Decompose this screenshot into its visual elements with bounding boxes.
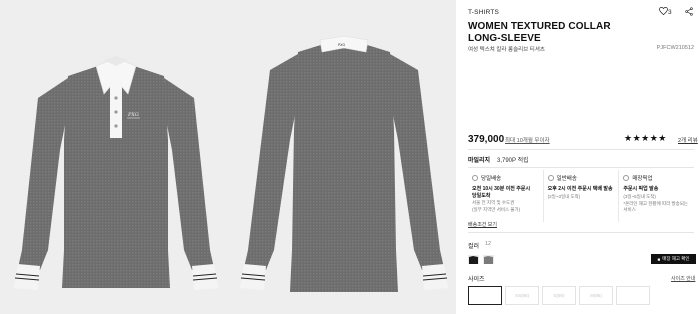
size-options: XS(85) S(90) M(95)	[468, 286, 650, 305]
delivery-option-note: (2일~3일내 도착)	[547, 193, 581, 199]
color-swatch-gray[interactable]	[483, 253, 494, 264]
size-option[interactable]: M(95)	[579, 286, 613, 305]
product-gallery: PXG PXG	[0, 0, 456, 314]
product-sku: PJFCW210512	[656, 45, 694, 51]
radio-icon[interactable]	[547, 175, 554, 181]
rating-stars: ★★★★★	[624, 133, 667, 143]
heart-icon[interactable]	[659, 7, 668, 15]
delivery-conditions-link[interactable]: 배송조건 보기	[468, 221, 497, 228]
product-subtitle: 여성 텍스쳐 칼라 롱슬리브 티셔츠	[468, 47, 545, 53]
delivery-option-note: (3일~5일내 도착)	[623, 193, 656, 199]
divider	[468, 232, 694, 233]
like-count: 3	[668, 9, 672, 16]
delivery-option-standard[interactable]: 일반배송 오후 2시 이전 주문시 택배 발송 (2일~3일내 도착)	[542, 170, 619, 222]
svg-text:PXG: PXG	[338, 43, 346, 47]
product-image-back[interactable]: PXG	[232, 0, 456, 314]
product-category[interactable]: T-SHIRTS	[468, 9, 499, 16]
divider	[468, 167, 694, 168]
divider	[468, 149, 694, 150]
color-count: 12	[485, 241, 492, 247]
size-option[interactable]: S(90)	[542, 286, 576, 305]
size-option[interactable]	[616, 286, 650, 305]
product-price: 379,000	[468, 134, 505, 145]
store-stock-button[interactable]: ■ 매장 재고 확인	[651, 254, 696, 264]
delivery-option-line: 오전 10시 30분 이전 주문시	[472, 186, 531, 192]
delivery-option-name: 매장픽업	[632, 176, 653, 182]
reviews-link[interactable]: 2개 리뷰	[678, 136, 698, 144]
radio-icon[interactable]	[472, 175, 478, 181]
size-option[interactable]	[468, 286, 502, 305]
installment-link[interactable]: 최대 10개월 무이자	[505, 136, 550, 144]
color-swatch-black[interactable]	[468, 253, 479, 264]
delivery-option-note: 서울 전 지역 및 수도권	[472, 200, 515, 205]
share-icon[interactable]	[685, 7, 693, 16]
radio-icon[interactable]	[623, 175, 630, 181]
shirt-front-illustration: PXG	[14, 56, 218, 290]
mileage-label: 마일리지	[468, 158, 491, 164]
store-icon: ■	[657, 256, 661, 262]
store-stock-button-label: 매장 재고 확인	[662, 256, 690, 261]
product-image-front[interactable]: PXG	[0, 0, 232, 314]
size-label: 사이즈	[468, 277, 485, 283]
product-title: WOMEN TEXTURED COLLAR LONG-SLEEVE	[468, 21, 611, 44]
svg-text:PXG: PXG	[127, 112, 139, 118]
delivery-option-line: 당일도착	[472, 192, 491, 199]
delivery-option-note: *온라인 재고 현황에 따라 발송되는 서비스	[623, 200, 689, 212]
delivery-option-note: (일부 지역만 서비스 불가)	[472, 207, 521, 212]
delivery-option-same-day[interactable]: 당일배송 오전 10시 30분 이전 주문시 당일도착 서울 전 지역 및 수도…	[468, 170, 543, 222]
delivery-option-store-pickup[interactable]: 매장픽업 주문시 픽업 발송 (3일~5일내 도착) *온라인 재고 현황에 따…	[618, 170, 694, 222]
delivery-option-line: 주문시 픽업 발송	[623, 186, 659, 192]
size-guide-link[interactable]: 사이즈 안내	[671, 275, 695, 282]
mileage-value: 3,790P 적립	[497, 158, 529, 164]
delivery-options: 당일배송 오전 10시 30분 이전 주문시 당일도착 서울 전 지역 및 수도…	[468, 170, 694, 222]
delivery-option-name: 일반배송	[556, 176, 577, 182]
color-label: 컬러	[468, 244, 480, 250]
shirt-back-illustration: PXG	[240, 35, 448, 292]
delivery-option-line: 오후 2시 이전 주문시 택배 발송	[547, 186, 613, 192]
size-option[interactable]: XS(85)	[505, 286, 539, 305]
delivery-option-name: 당일배송	[481, 176, 502, 182]
